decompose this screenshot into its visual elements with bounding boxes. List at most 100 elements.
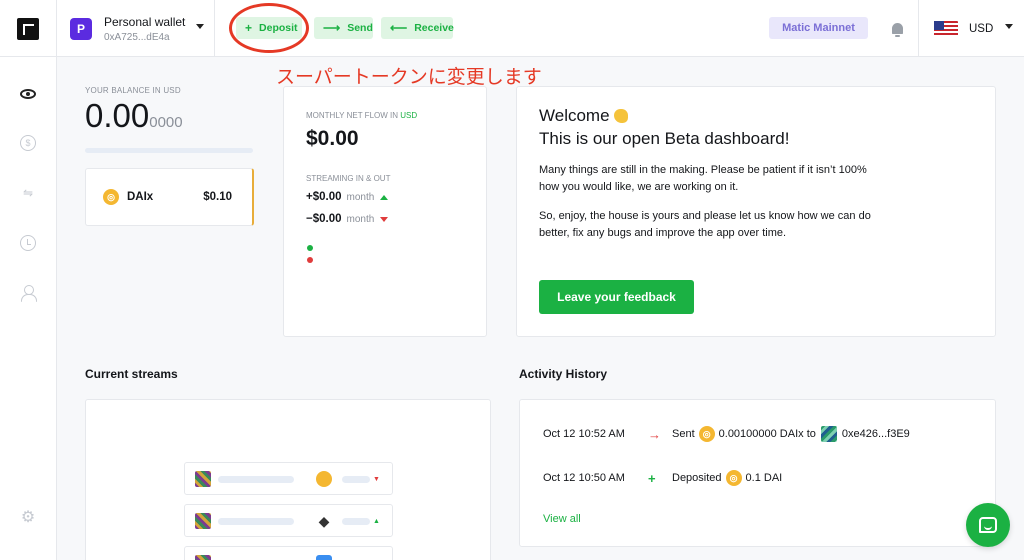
net-flow-value: $0.00	[306, 127, 359, 150]
plus-icon: +	[648, 470, 656, 486]
currency-selector[interactable]: USD	[918, 0, 1024, 57]
current-streams-card: ▼ ◆ ▲	[85, 399, 491, 560]
avatar	[195, 555, 211, 560]
stream-in-period: month	[346, 191, 375, 203]
activity-amount: 0.1 DAI	[745, 472, 783, 484]
currency-label: USD	[969, 22, 994, 35]
balance-main: 0.00	[85, 97, 150, 134]
welcome-title-text: Welcome	[539, 106, 610, 125]
deposit-button[interactable]: + Deposit	[236, 17, 302, 39]
waving-hand-icon	[613, 109, 628, 123]
balance-decimals: 0000	[149, 114, 183, 131]
avatar	[195, 471, 211, 487]
dai-token-icon	[316, 471, 332, 487]
sidebar-item-transfers[interactable]: ⇋	[18, 183, 38, 203]
send-label: Send	[347, 22, 373, 34]
sidebar-item-account[interactable]	[18, 283, 38, 303]
balance-value: 0.000000	[85, 97, 183, 135]
leave-feedback-button[interactable]: Leave your feedback	[539, 280, 694, 314]
welcome-subtitle: This is our open Beta dashboard!	[539, 129, 790, 148]
triangle-down-icon: ▼	[373, 476, 380, 483]
welcome-card: Welcome This is our open Beta dashboard!…	[516, 86, 996, 337]
sidebar-item-tokens[interactable]: $	[18, 133, 38, 153]
triangle-down-icon	[380, 216, 389, 222]
welcome-paragraph-1: Many things are still in the making. Ple…	[539, 164, 867, 193]
deposit-label: Deposit	[259, 22, 298, 34]
view-all-link[interactable]: View all	[543, 513, 581, 525]
balance-bar	[85, 148, 253, 153]
token-card-daix[interactable]: ◎ DAIx $0.10	[85, 168, 254, 226]
arrow-left-icon: ⟵	[390, 21, 408, 35]
triangle-up-icon: ▲	[373, 518, 380, 525]
token-value: $0.10	[203, 191, 232, 203]
triangle-up-icon	[380, 194, 389, 200]
stream-in-value: +$0.00	[306, 191, 342, 203]
wallet-name: Personal wallet	[104, 14, 186, 29]
avatar	[820, 426, 837, 442]
sidebar-item-overview[interactable]	[18, 84, 38, 104]
skeleton-bar	[218, 518, 294, 525]
chevron-down-icon	[196, 24, 204, 29]
network-badge[interactable]: Matic Mainnet	[769, 17, 868, 39]
stream-placeholder-row	[184, 546, 393, 560]
transfer-arrows-icon: ⇋	[22, 186, 34, 200]
logo-cell[interactable]	[0, 0, 57, 57]
chevron-down-icon	[1005, 24, 1013, 29]
net-flow-card: MONTHLY NET FLOW IN USD $0.00 STREAMING …	[283, 86, 487, 337]
wallet-selector[interactable]: P Personal wallet 0xA725...dE4a	[57, 0, 215, 57]
activity-history-title: Activity History	[519, 367, 608, 381]
top-bar: P Personal wallet 0xA725...dE4a + Deposi…	[0, 0, 1024, 57]
avatar	[195, 513, 211, 529]
wallet-address: 0xA725...dE4a	[104, 31, 170, 43]
red-dot	[307, 257, 313, 263]
arrow-right-icon: →	[648, 426, 661, 442]
eye-icon	[20, 89, 36, 99]
skeleton-bar	[218, 476, 294, 483]
history-icon	[20, 235, 36, 251]
gear-icon: ⚙	[20, 509, 36, 526]
notifications-button[interactable]	[877, 0, 917, 57]
sidebar-item-settings[interactable]: ⚙	[18, 507, 38, 527]
net-flow-currency: USD	[400, 111, 418, 120]
activity-history-card: Oct 12 10:52 AM → Sent ◎ 0.00100000 DAIx…	[519, 399, 996, 547]
activity-time: Oct 12 10:50 AM	[543, 472, 625, 484]
arrow-right-icon: ⟶	[323, 21, 341, 35]
chat-icon	[979, 517, 997, 533]
stream-in-row: +$0.00 month	[306, 191, 389, 203]
net-flow-label: MONTHLY NET FLOW IN USD	[306, 111, 417, 120]
bell-icon	[891, 23, 903, 37]
streaming-label: STREAMING IN & OUT	[306, 174, 391, 183]
app-logo-icon[interactable]	[17, 17, 39, 40]
stream-placeholder-row: ◆ ▲	[184, 504, 393, 537]
us-flag-icon	[934, 20, 958, 37]
dai-token-icon: ◎	[698, 426, 715, 442]
stream-out-period: month	[346, 213, 375, 225]
stream-out-row: −$0.00 month	[306, 213, 389, 225]
annotation-text: スーパートークンに変更します	[276, 66, 542, 88]
stream-placeholder-row: ▼	[184, 462, 393, 495]
chat-support-button[interactable]	[966, 503, 1010, 547]
activity-label: Deposited	[672, 472, 722, 484]
green-dot	[307, 245, 313, 251]
stream-out-value: −$0.00	[306, 213, 342, 225]
wallet-avatar: P	[70, 17, 92, 40]
activity-label: Sent	[672, 428, 695, 440]
dollar-coin-icon: $	[20, 135, 36, 151]
sidebar-item-history[interactable]	[18, 233, 38, 253]
activity-amount: 0.00100000 DAIx to	[718, 428, 816, 440]
activity-address[interactable]: 0xe426...f3E9	[842, 428, 910, 440]
sidebar: $ ⇋ ⚙	[0, 57, 57, 560]
dai-token-icon: ◎	[103, 189, 119, 205]
list-item[interactable]: Oct 12 10:50 AM + Deposited ◎ 0.1 DAI	[543, 470, 782, 486]
welcome-paragraph-2: So, enjoy, the house is yours and please…	[539, 210, 871, 239]
dai-token-icon: ◎	[725, 470, 742, 486]
receive-button[interactable]: ⟵ Receive	[381, 17, 454, 39]
receive-label: Receive	[414, 22, 454, 34]
plus-icon: +	[245, 21, 253, 35]
current-streams-title: Current streams	[85, 367, 178, 381]
balance-label: YOUR BALANCE IN USD	[85, 86, 181, 95]
list-item[interactable]: Oct 12 10:52 AM → Sent ◎ 0.00100000 DAIx…	[543, 426, 910, 442]
send-button[interactable]: ⟶ Send	[314, 17, 373, 39]
welcome-title: Welcome	[539, 106, 628, 126]
token-icon	[316, 555, 332, 560]
